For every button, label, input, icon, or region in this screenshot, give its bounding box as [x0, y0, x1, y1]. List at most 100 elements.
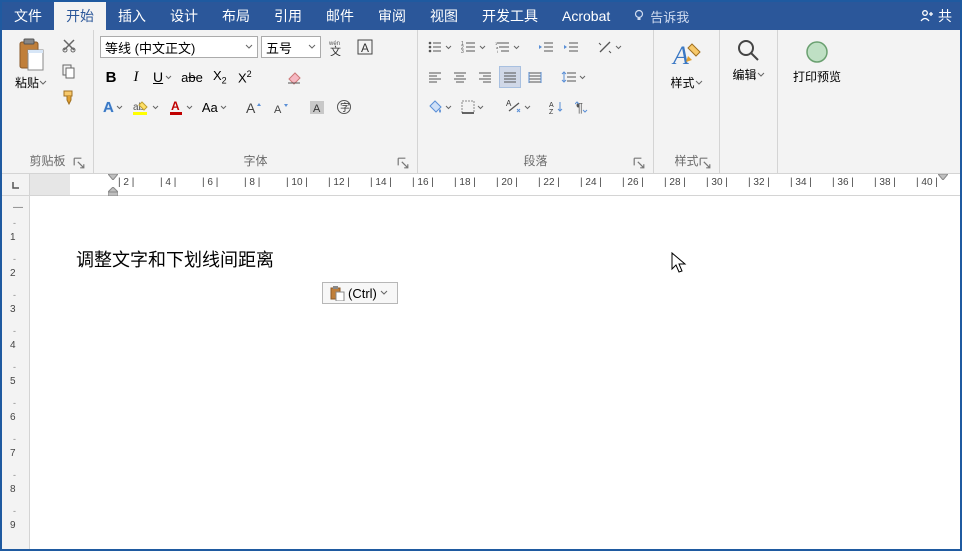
line-spacing-button[interactable] [558, 66, 589, 88]
font-name-select[interactable]: 等线 (中文正文) [100, 36, 258, 58]
vruler-tick: 5 [10, 376, 16, 387]
underline-button[interactable]: U [150, 66, 175, 88]
ruler-tick: | 34 | [790, 177, 812, 188]
multilevel-list-button[interactable]: 1ai [492, 36, 523, 58]
align-distribute-button[interactable] [524, 66, 546, 88]
shrink-font-button[interactable]: A [269, 96, 293, 118]
text-effects-button[interactable]: A [100, 96, 126, 118]
change-case-button[interactable]: Aa [199, 96, 230, 118]
shrink-font-icon: A [272, 99, 290, 115]
svg-text:A: A [246, 100, 256, 115]
svg-text:A: A [671, 41, 689, 70]
tab-references[interactable]: 引用 [262, 2, 314, 30]
chevron-down-icon [524, 105, 531, 110]
tab-design[interactable]: 设计 [158, 2, 210, 30]
styles-button[interactable]: A 样式 [664, 34, 710, 95]
increase-indent-button[interactable] [560, 36, 582, 58]
format-painter-button[interactable] [58, 86, 80, 108]
highlight-button[interactable]: ab [129, 96, 162, 118]
phonetic-guide-button[interactable]: wén文 [324, 36, 350, 58]
snap-to-grid-button[interactable]: A [503, 96, 534, 118]
first-line-indent-marker[interactable] [108, 174, 118, 180]
tab-selector[interactable] [2, 174, 30, 195]
document-page[interactable]: 调整文字和下划线间距离 (Ctrl) [70, 196, 960, 549]
tab-home[interactable]: 开始 [54, 2, 106, 30]
superscript-button[interactable]: X2 [234, 66, 256, 88]
tab-acrobat[interactable]: Acrobat [550, 2, 622, 30]
tab-review[interactable]: 审阅 [366, 2, 418, 30]
svg-text:3: 3 [461, 49, 464, 54]
chevron-down-icon [380, 290, 388, 296]
enclose-char-button[interactable]: 字 [332, 96, 356, 118]
editing-button[interactable]: 编辑 [726, 34, 772, 87]
dialog-launcher-icon[interactable] [699, 157, 711, 169]
dialog-launcher-icon[interactable] [73, 157, 85, 169]
chevron-down-icon [445, 105, 452, 110]
chevron-down-icon [479, 45, 486, 50]
numbering-button[interactable]: 123 [458, 36, 489, 58]
scissors-icon [61, 37, 77, 53]
paste-options-button[interactable]: (Ctrl) [322, 282, 398, 304]
shading-button[interactable] [424, 96, 455, 118]
bold-button[interactable]: B [100, 66, 122, 88]
outdent-icon [538, 40, 554, 54]
tell-me[interactable]: 告诉我 [632, 2, 689, 30]
svg-text:A: A [361, 41, 369, 55]
font-size-select[interactable]: 五号 [261, 36, 321, 58]
document-area: —1-2-3-4-5-6-7-8-9- 调整文字和下划线间距离 (Ctrl) [2, 196, 960, 549]
group-label-clipboard: 剪贴板 [29, 154, 65, 168]
chevron-down-icon [615, 45, 622, 50]
chevron-down-icon [245, 44, 253, 50]
tab-developer[interactable]: 开发工具 [470, 2, 550, 30]
tab-layout[interactable]: 布局 [210, 2, 262, 30]
numbering-icon: 123 [461, 40, 477, 54]
align-center-button[interactable] [449, 66, 471, 88]
vruler-tick: 8 [10, 484, 16, 495]
cut-button[interactable] [58, 34, 80, 56]
align-left-button[interactable] [424, 66, 446, 88]
strikethrough-button[interactable]: abe [178, 66, 206, 88]
group-font: 等线 (中文正文) 五号 wén文 A B I U abe X2 X2 A ab… [94, 30, 418, 173]
vruler-tick: 4 [10, 340, 16, 351]
ruler-tick: | 32 | [748, 177, 770, 188]
font-color-button[interactable]: A [165, 96, 196, 118]
asian-layout-button[interactable] [594, 36, 625, 58]
align-justify-button[interactable] [499, 66, 521, 88]
chevron-down-icon [39, 80, 47, 86]
borders-button[interactable] [458, 96, 487, 118]
dialog-launcher-icon[interactable] [633, 157, 645, 169]
character-border-button[interactable]: A [353, 36, 377, 58]
decrease-indent-button[interactable] [535, 36, 557, 58]
document-text[interactable]: 调整文字和下划线间距离 [76, 246, 950, 272]
dialog-launcher-icon[interactable] [397, 157, 409, 169]
bullets-button[interactable] [424, 36, 455, 58]
align-right-button[interactable] [474, 66, 496, 88]
subscript-button[interactable]: X2 [209, 66, 231, 88]
char-shading-button[interactable]: A [305, 96, 329, 118]
ruler-tick: | 2 | [118, 177, 134, 188]
ruler-tick: | 12 | [328, 177, 350, 188]
tab-view[interactable]: 视图 [418, 2, 470, 30]
char-border-icon: A [356, 38, 374, 56]
ruler-tick: | 40 | [916, 177, 938, 188]
paste-button[interactable]: 粘贴 [8, 34, 54, 95]
share-button[interactable]: 共 [911, 2, 960, 30]
tab-mailings[interactable]: 邮件 [314, 2, 366, 30]
chevron-down-icon [308, 44, 316, 50]
vertical-ruler[interactable]: —1-2-3-4-5-6-7-8-9- [2, 196, 30, 549]
show-marks-button[interactable]: ¶ [571, 96, 593, 118]
print-preview-button[interactable]: 打印预览 [787, 34, 847, 89]
tab-insert[interactable]: 插入 [106, 2, 158, 30]
italic-button[interactable]: I [125, 66, 147, 88]
clear-format-button[interactable] [282, 66, 306, 88]
tab-file[interactable]: 文件 [2, 2, 54, 30]
grow-font-button[interactable]: A [242, 96, 266, 118]
font-color-icon: A [168, 99, 184, 115]
right-indent-marker[interactable] [938, 174, 948, 180]
copy-button[interactable] [58, 60, 80, 82]
sort-button[interactable]: AZ [546, 96, 568, 118]
align-justify-icon [503, 71, 517, 83]
lightbulb-icon [632, 9, 646, 23]
horizontal-ruler[interactable]: | 2 || 4 || 6 || 8 || 10 || 12 || 14 || … [70, 174, 960, 195]
vruler-tick: 2 [10, 268, 16, 279]
